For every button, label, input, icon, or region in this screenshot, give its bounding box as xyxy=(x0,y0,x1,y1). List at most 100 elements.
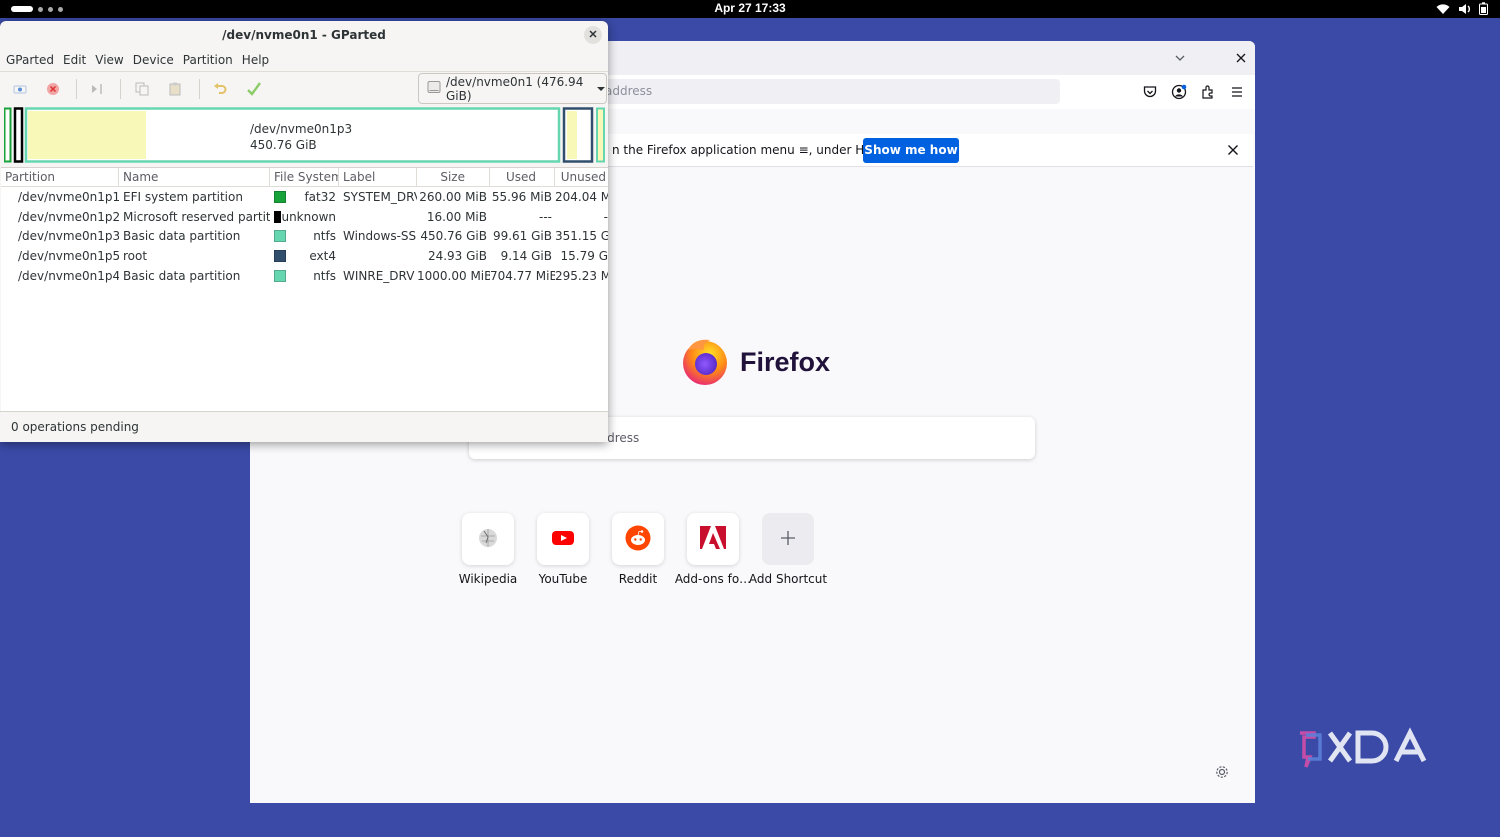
cell-name: Basic data partition xyxy=(123,268,241,283)
clock[interactable]: Apr 27 17:33 xyxy=(0,1,1500,15)
cell-filesystem: unknown xyxy=(270,210,339,224)
disk-icon xyxy=(427,80,441,97)
apply-checkmark-icon[interactable] xyxy=(245,80,263,98)
cell-filesystem: ntfs xyxy=(270,269,339,283)
filesystem-color-swatch xyxy=(274,269,286,282)
cell-name: EFI system partition xyxy=(123,189,243,204)
table-row[interactable]: /dev/nvme0n1p3 Basic data partition ntfs Wi… xyxy=(1,226,608,246)
cell-size: 16.00 MiB xyxy=(426,209,487,224)
cell-partition: /dev/nvme0n1p3 xyxy=(18,229,119,244)
cell-partition: /dev/nvme0n1p1 xyxy=(18,189,119,204)
status-bar: 0 operations pending xyxy=(0,411,608,442)
chevron-down-icon[interactable] xyxy=(1170,49,1190,67)
shortcut-youtube[interactable]: YouTube xyxy=(537,513,589,586)
column-header-size[interactable]: Size xyxy=(417,168,490,186)
addons-icon xyxy=(699,525,727,554)
account-icon[interactable] xyxy=(1171,84,1187,100)
close-button[interactable] xyxy=(584,26,602,44)
menu-help[interactable]: Help xyxy=(239,50,275,70)
cell-label: SYSTEM_DRV xyxy=(343,189,417,204)
column-header-partition[interactable]: Partition xyxy=(1,168,119,186)
firefox-wordmark: Firefox xyxy=(740,347,831,377)
volume-icon xyxy=(1458,3,1471,15)
copy-icon[interactable] xyxy=(133,80,151,98)
add-shortcut-button[interactable]: Add Shortcut xyxy=(749,513,827,586)
filesystem-color-swatch xyxy=(274,190,286,203)
table-row[interactable]: /dev/nvme0n1p5 root ext4 24.93 GiB 9.14 GiB 1… xyxy=(1,246,608,266)
shortcut-reddit[interactable]: Reddit xyxy=(612,513,664,586)
shortcut-wikipedia[interactable]: Wikipedia xyxy=(459,513,517,586)
column-header-unused[interactable]: Unused xyxy=(555,168,608,186)
undo-icon[interactable] xyxy=(211,80,229,98)
close-icon xyxy=(588,28,598,42)
wikipedia-icon xyxy=(478,528,498,551)
gparted-window: /dev/nvme0n1 - GParted GParted Edit View… xyxy=(0,21,608,442)
menu-bar: GParted Edit View Device Partition Help xyxy=(0,50,608,70)
system-tray[interactable] xyxy=(1436,2,1488,15)
graph-selected-name: /dev/nvme0n1p3 xyxy=(250,122,353,136)
url-bar[interactable]: address xyxy=(550,79,1060,104)
graph-selected-size: 450.76 GiB xyxy=(250,138,317,152)
new-partition-icon[interactable] xyxy=(11,80,29,98)
cell-name: root xyxy=(123,248,148,263)
firefox-logo: Firefox xyxy=(680,336,830,389)
menu-gparted[interactable]: GParted xyxy=(3,50,60,70)
device-selector-label: /dev/nvme0n1 (476.94 GiB) xyxy=(446,74,584,103)
show-me-how-button[interactable]: Show me how xyxy=(863,138,959,163)
shortcut-label: Add-ons fo… xyxy=(674,572,752,586)
table-row[interactable]: /dev/nvme0n1p4 Basic data partition ntfs WI… xyxy=(1,266,608,286)
cell-filesystem: ntfs xyxy=(270,229,339,243)
cell-name: Basic data partition xyxy=(123,229,241,244)
gear-icon[interactable] xyxy=(1214,764,1230,780)
cell-unused: 15.79 G xyxy=(560,248,608,263)
close-icon[interactable] xyxy=(1232,49,1250,67)
cell-used: 55.96 MiB xyxy=(491,189,552,204)
cell-size: 260.00 MiB xyxy=(419,189,487,204)
pocket-icon[interactable] xyxy=(1142,84,1158,100)
cell-partition: /dev/nvme0n1p5 xyxy=(18,248,119,263)
hamburger-menu-icon[interactable] xyxy=(1229,84,1245,100)
cell-size: 1000.00 MiB xyxy=(417,268,490,283)
shortcut-label: YouTube xyxy=(538,572,588,586)
column-header-label[interactable]: Label xyxy=(339,168,417,186)
graph-segment-p4 xyxy=(596,107,605,163)
cell-partition: /dev/nvme0n1p4 xyxy=(18,268,119,283)
toolbar-icons xyxy=(1142,84,1245,100)
top-sites: Wikipedia YouTube Reddit Add-ons fo… Add… xyxy=(459,513,827,586)
menu-device[interactable]: Device xyxy=(130,50,180,70)
device-selector[interactable]: /dev/nvme0n1 (476.94 GiB) xyxy=(418,73,607,104)
column-header-name[interactable]: Name xyxy=(119,168,270,186)
plus-icon xyxy=(780,530,796,549)
table-row[interactable]: /dev/nvme0n1p1 EFI system partition fat32 S… xyxy=(1,187,608,207)
cell-partition: /dev/nvme0n1p2 xyxy=(1,209,119,224)
column-header-filesystem[interactable]: File System xyxy=(270,168,339,186)
cell-size: 24.93 GiB xyxy=(427,248,487,263)
menu-edit[interactable]: Edit xyxy=(60,50,92,70)
shortcut-addons[interactable]: Add-ons fo… xyxy=(675,513,751,586)
filesystem-color-swatch xyxy=(274,210,282,223)
close-icon[interactable] xyxy=(1225,142,1241,158)
column-header-used[interactable]: Used xyxy=(490,168,555,186)
cell-used: 99.61 GiB xyxy=(492,229,552,244)
top-bar: Apr 27 17:33 xyxy=(0,0,1500,18)
menu-partition[interactable]: Partition xyxy=(180,50,239,70)
graph-segment-p5[interactable] xyxy=(562,107,594,163)
filesystem-color-swatch xyxy=(274,230,286,243)
extensions-icon[interactable] xyxy=(1200,84,1216,100)
cell-unused: 351.15 G xyxy=(555,229,608,244)
resize-move-icon[interactable] xyxy=(88,80,106,98)
graph-segment-p1 xyxy=(3,107,12,163)
filesystem-color-swatch xyxy=(274,249,286,262)
graph-segment-p2 xyxy=(13,107,24,163)
cell-filesystem: fat32 xyxy=(270,190,339,204)
disk-graph: /dev/nvme0n1p3 450.76 GiB xyxy=(3,107,608,164)
xda-watermark-logo xyxy=(1296,727,1441,775)
menu-view[interactable]: View xyxy=(92,50,129,70)
paste-icon[interactable] xyxy=(166,80,184,98)
cell-used: --- xyxy=(539,209,552,224)
wifi-icon xyxy=(1436,3,1450,15)
table-row[interactable]: /dev/nvme0n1p2 Microsoft reserved partiti… xyxy=(1,207,608,227)
cell-size: 450.76 GiB xyxy=(420,229,487,244)
cell-unused: 295.23 M xyxy=(555,268,608,283)
delete-icon[interactable] xyxy=(44,80,62,98)
